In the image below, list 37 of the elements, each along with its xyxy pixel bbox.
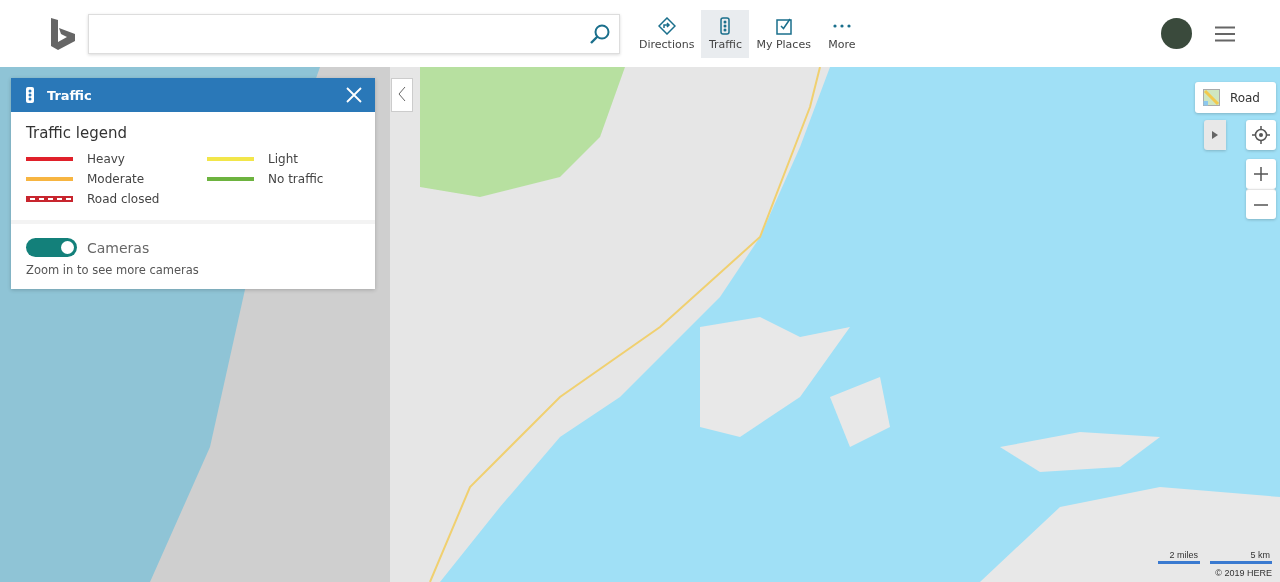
- traffic-light-icon: [23, 87, 37, 103]
- legend-label: No traffic: [268, 172, 324, 186]
- legend-title: Traffic legend: [26, 124, 128, 142]
- locate-icon: [1252, 126, 1270, 144]
- places-icon: [774, 16, 793, 35]
- cameras-label: Cameras: [87, 239, 150, 256]
- legend-label: Moderate: [87, 172, 145, 186]
- chevron-left-icon: [397, 85, 407, 102]
- nav-tab[interactable]: My Places: [751, 9, 816, 58]
- scale-bar-km: 5 km: [1210, 550, 1272, 564]
- zoom-out-button[interactable]: [1246, 189, 1276, 219]
- caret-right-icon: [1212, 131, 1218, 139]
- expand-button[interactable]: [1204, 120, 1226, 150]
- plus-icon: [1254, 167, 1268, 181]
- legend-label: Light: [268, 152, 298, 166]
- locate-button[interactable]: [1246, 120, 1276, 150]
- panel-title: Traffic: [47, 87, 92, 103]
- directions-icon: [657, 16, 676, 35]
- menu-icon[interactable]: [1214, 25, 1236, 42]
- nav-tab[interactable]: More: [817, 9, 866, 58]
- search-icon[interactable]: [589, 22, 611, 45]
- copyright-text: © 2019 HERE: [1215, 568, 1272, 578]
- zoom-in-button[interactable]: [1246, 159, 1276, 189]
- cameras-note: Zoom in to see more cameras: [26, 263, 200, 277]
- search-field[interactable]: [88, 13, 620, 54]
- legend-label: Road closed: [87, 192, 160, 206]
- cameras-toggle[interactable]: [26, 238, 77, 257]
- logo-icon[interactable]: [50, 16, 76, 51]
- more-icon: [832, 23, 851, 28]
- map-icon: [1202, 89, 1220, 106]
- nav-tab[interactable]: Directions: [634, 9, 700, 58]
- map-style-button[interactable]: Road: [1194, 82, 1276, 113]
- avatar[interactable]: [1161, 18, 1192, 49]
- nav-tab[interactable]: Traffic: [701, 9, 750, 58]
- scale-bar-miles: 2 miles: [1158, 550, 1200, 564]
- minus-icon: [1254, 203, 1268, 206]
- legend-label: Heavy: [87, 152, 125, 166]
